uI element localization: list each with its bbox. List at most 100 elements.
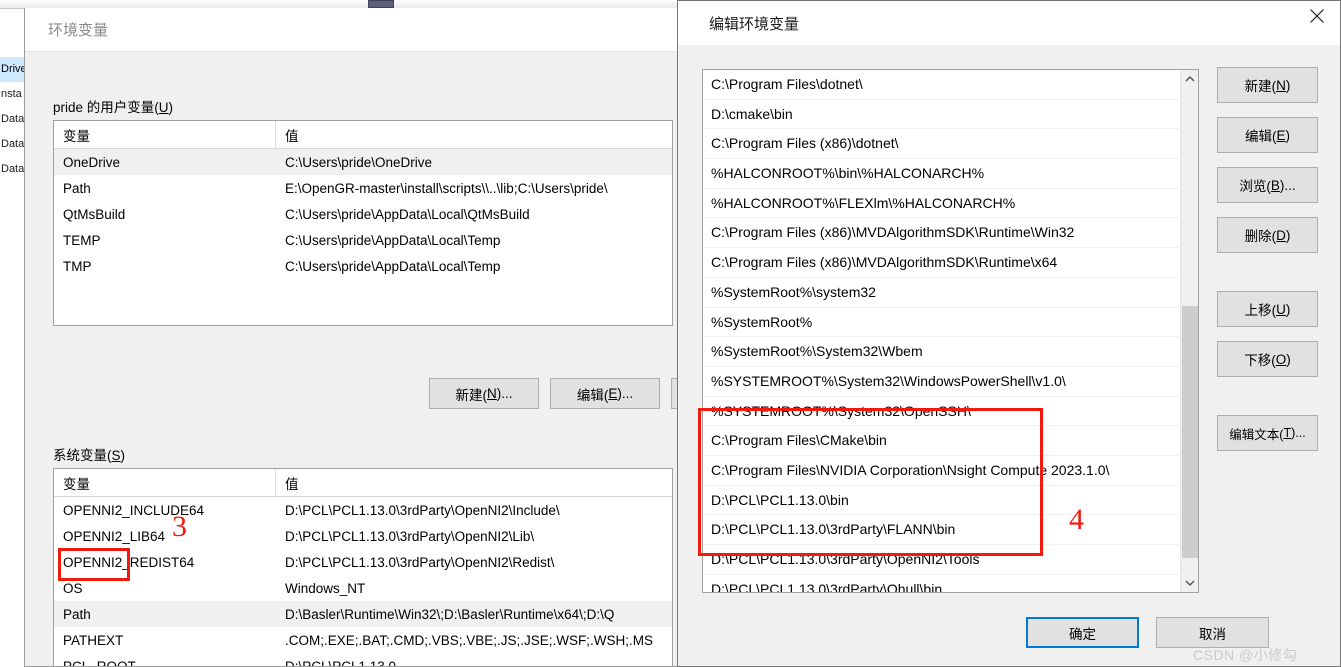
environment-variables-dialog: 环境变量 pride 的用户变量(U) 变量 值 OneDrive C:\Use… <box>24 8 696 667</box>
cell-value: D:\PCL\PCL1.13.0 <box>285 658 397 667</box>
path-entry-row[interactable]: C:\Program Files (x86)\MVDAlgorithmSDK\R… <box>703 248 1179 278</box>
user-variables-header: 变量 值 <box>54 121 672 149</box>
table-row[interactable]: OPENNI2_REDIST64 D:\PCL\PCL1.13.0\3rdPar… <box>54 549 672 575</box>
edit-dialog-titlebar: 编辑环境变量 <box>678 1 1340 45</box>
cell-value: D:\Basler\Runtime\Win32\;D:\Basler\Runti… <box>285 606 615 622</box>
system-variables-header: 变量 值 <box>54 469 672 497</box>
list-item[interactable]: Data <box>0 132 24 157</box>
scrollbar-thumb[interactable] <box>1182 306 1198 558</box>
path-entry-row[interactable]: %SystemRoot%\System32\Wbem <box>703 337 1179 367</box>
ok-button[interactable]: 确定 <box>1026 617 1139 648</box>
cell-value: C:\Users\pride\AppData\Local\Temp <box>285 232 501 248</box>
chevron-up-icon[interactable] <box>1181 70 1198 88</box>
cell-value: C:\Users\pride\AppData\Local\Temp <box>285 258 501 274</box>
table-row[interactable]: PATHEXT .COM;.EXE;.BAT;.CMD;.VBS;.VBE;.J… <box>54 627 672 653</box>
cell-name: OS <box>63 580 83 596</box>
table-row[interactable]: OS Windows_NT <box>54 575 672 601</box>
user-variables-label: pride 的用户变量(U) <box>53 100 174 115</box>
cell-value: .COM;.EXE;.BAT;.CMD;.VBS;.VBE;.JS;.JSE;.… <box>285 632 654 648</box>
path-entry-row[interactable]: C:\Program Files\CMake\bin <box>703 426 1179 456</box>
path-action-buttons: 新建(N) 编辑(E) 浏览(B)... 删除(D) 上移(U) 下移(O) 编… <box>1217 67 1318 465</box>
path-entry-row[interactable]: %HALCONROOT%\bin\%HALCONARCH% <box>703 159 1179 189</box>
user-variables-list[interactable]: 变量 值 OneDrive C:\Users\pride\OneDrive Pa… <box>53 120 673 326</box>
table-row[interactable]: Path E:\OpenGR-master\install\scripts\\.… <box>54 175 672 201</box>
cell-value: D:\PCL\PCL1.13.0\3rdParty\OpenNI2\Includ… <box>285 502 560 518</box>
table-row[interactable]: TMP C:\Users\pride\AppData\Local\Temp <box>54 253 672 279</box>
path-list-scrollbar[interactable] <box>1180 70 1198 592</box>
cancel-button[interactable]: 取消 <box>1156 617 1269 648</box>
path-entry-row[interactable]: %SystemRoot%\system32 <box>703 278 1179 308</box>
close-icon[interactable] <box>1294 1 1340 31</box>
cell-name: OPENNI2_LIB64 <box>63 528 166 544</box>
cell-value: E:\OpenGR-master\install\scripts\\..\lib… <box>285 180 608 196</box>
delete-button[interactable]: 删除(D) <box>1217 217 1318 253</box>
path-entries-list[interactable]: C:\Program Files\dotnet\ D:\cmake\bin C:\P… <box>702 69 1199 593</box>
table-row[interactable]: OneDrive C:\Users\pride\OneDrive <box>54 149 672 175</box>
cell-name: TMP <box>63 258 92 274</box>
edit-dialog-title: 编辑环境变量 <box>709 15 800 33</box>
path-entry-row[interactable]: %HALCONROOT%\FLEXlm\%HALCONARCH% <box>703 189 1179 219</box>
list-item[interactable]: Data <box>0 107 24 132</box>
button-gap-1 <box>1217 267 1318 291</box>
column-header-name[interactable]: 变量 <box>54 469 276 496</box>
cell-value: D:\PCL\PCL1.13.0\3rdParty\OpenNI2\Lib\ <box>285 528 535 544</box>
path-entry-row[interactable]: C:\Program Files (x86)\MVDAlgorithmSDK\R… <box>703 218 1179 249</box>
user-edit-button[interactable]: 编辑(E)... <box>550 378 660 409</box>
user-variables-group: pride 的用户变量(U) 变量 值 OneDrive C:\Users\pr… <box>53 96 673 326</box>
window-restore-icon[interactable] <box>368 0 394 8</box>
move-up-button[interactable]: 上移(U) <box>1217 291 1318 327</box>
edit-button[interactable]: 编辑(E) <box>1217 117 1318 153</box>
list-item[interactable]: nsta <box>0 82 24 107</box>
path-entry-row[interactable]: %SYSTEMROOT%\System32\OpenSSH\ <box>703 397 1179 427</box>
cell-value: C:\Users\pride\OneDrive <box>285 154 433 170</box>
cell-name: QtMsBuild <box>63 206 126 222</box>
dialog-body: pride 的用户变量(U) 变量 值 OneDrive C:\Users\pr… <box>25 52 695 666</box>
cell-name: TEMP <box>63 232 101 248</box>
path-entry-row[interactable]: %SYSTEMROOT%\System32\WindowsPowerShell\… <box>703 367 1179 397</box>
move-down-button[interactable]: 下移(O) <box>1217 341 1318 377</box>
column-header-value[interactable]: 值 <box>276 469 672 496</box>
new-button[interactable]: 新建(N) <box>1217 67 1318 103</box>
dialog-title: 环境变量 <box>48 22 109 39</box>
table-row[interactable]: OPENNI2_LIB64 D:\PCL\PCL1.13.0\3rdParty\… <box>54 523 672 549</box>
path-entry-row[interactable]: D:\PCL\PCL1.13.0\3rdParty\OpenNI2\Tools <box>703 545 1179 575</box>
chevron-down-icon[interactable] <box>1181 574 1198 592</box>
table-row[interactable]: QtMsBuild C:\Users\pride\AppData\Local\Q… <box>54 201 672 227</box>
cell-name: PATHEXT <box>63 632 124 648</box>
path-entry-row[interactable]: D:\cmake\bin <box>703 100 1179 130</box>
path-entry-row[interactable]: C:\Program Files\dotnet\ <box>703 70 1179 100</box>
cell-name: PCL_ROOT <box>63 658 136 667</box>
explorer-file-list[interactable]: Drive nsta Data Data Data <box>0 9 27 667</box>
column-header-name[interactable]: 变量 <box>54 121 276 148</box>
list-item[interactable]: Drive <box>0 57 27 82</box>
edit-environment-variable-dialog: 编辑环境变量 C:\Program Files\dotnet\ D:\cmake\… <box>677 0 1341 667</box>
path-entry-row[interactable]: C:\Program Files\NVIDIA Corporation\Nsig… <box>703 456 1179 486</box>
cell-name: Path <box>63 180 91 196</box>
table-row[interactable]: PCL_ROOT D:\PCL\PCL1.13.0 <box>54 653 672 667</box>
system-variables-group: 系统变量(S) 变量 值 OPENNI2_INCLUDE64 D:\PCL\PC… <box>53 444 673 667</box>
dialog-titlebar: 环境变量 <box>25 8 695 52</box>
table-row[interactable]: Path D:\Basler\Runtime\Win32\;D:\Basler\… <box>54 601 672 627</box>
path-entry-row[interactable]: D:\PCL\PCL1.13.0\bin <box>703 486 1179 516</box>
button-gap-2 <box>1217 391 1318 415</box>
cell-name: OPENNI2_INCLUDE64 <box>63 502 205 518</box>
cell-name: Path <box>63 606 91 622</box>
path-entry-row[interactable]: D:\PCL\PCL1.13.0\3rdParty\FLANN\bin <box>703 515 1179 545</box>
cell-value: D:\PCL\PCL1.13.0\3rdParty\OpenNI2\Redist… <box>285 554 555 570</box>
system-variables-list[interactable]: 变量 值 OPENNI2_INCLUDE64 D:\PCL\PCL1.13.0\… <box>53 468 673 667</box>
table-row[interactable]: TEMP C:\Users\pride\AppData\Local\Temp <box>54 227 672 253</box>
path-entry-row[interactable]: C:\Program Files (x86)\dotnet\ <box>703 129 1179 160</box>
cell-name: OneDrive <box>63 154 121 170</box>
path-entry-row[interactable]: D:\PCL\PCL1.13.0\3rdParty\Qhull\bin <box>703 575 1179 592</box>
browse-button[interactable]: 浏览(B)... <box>1217 167 1318 203</box>
column-header-value[interactable]: 值 <box>276 121 672 148</box>
cell-value: Windows_NT <box>285 580 366 596</box>
cell-value: C:\Users\pride\AppData\Local\QtMsBuild <box>285 206 530 222</box>
table-row[interactable]: OPENNI2_INCLUDE64 D:\PCL\PCL1.13.0\3rdPa… <box>54 497 672 523</box>
edit-text-button[interactable]: 编辑文本(T)... <box>1217 415 1318 451</box>
list-item[interactable]: Data <box>0 157 24 182</box>
system-variables-label: 系统变量(S) <box>53 448 126 463</box>
user-new-button[interactable]: 新建(N)... <box>429 378 539 409</box>
cell-name: OPENNI2_REDIST64 <box>63 554 195 570</box>
path-entry-row[interactable]: %SystemRoot% <box>703 308 1179 338</box>
